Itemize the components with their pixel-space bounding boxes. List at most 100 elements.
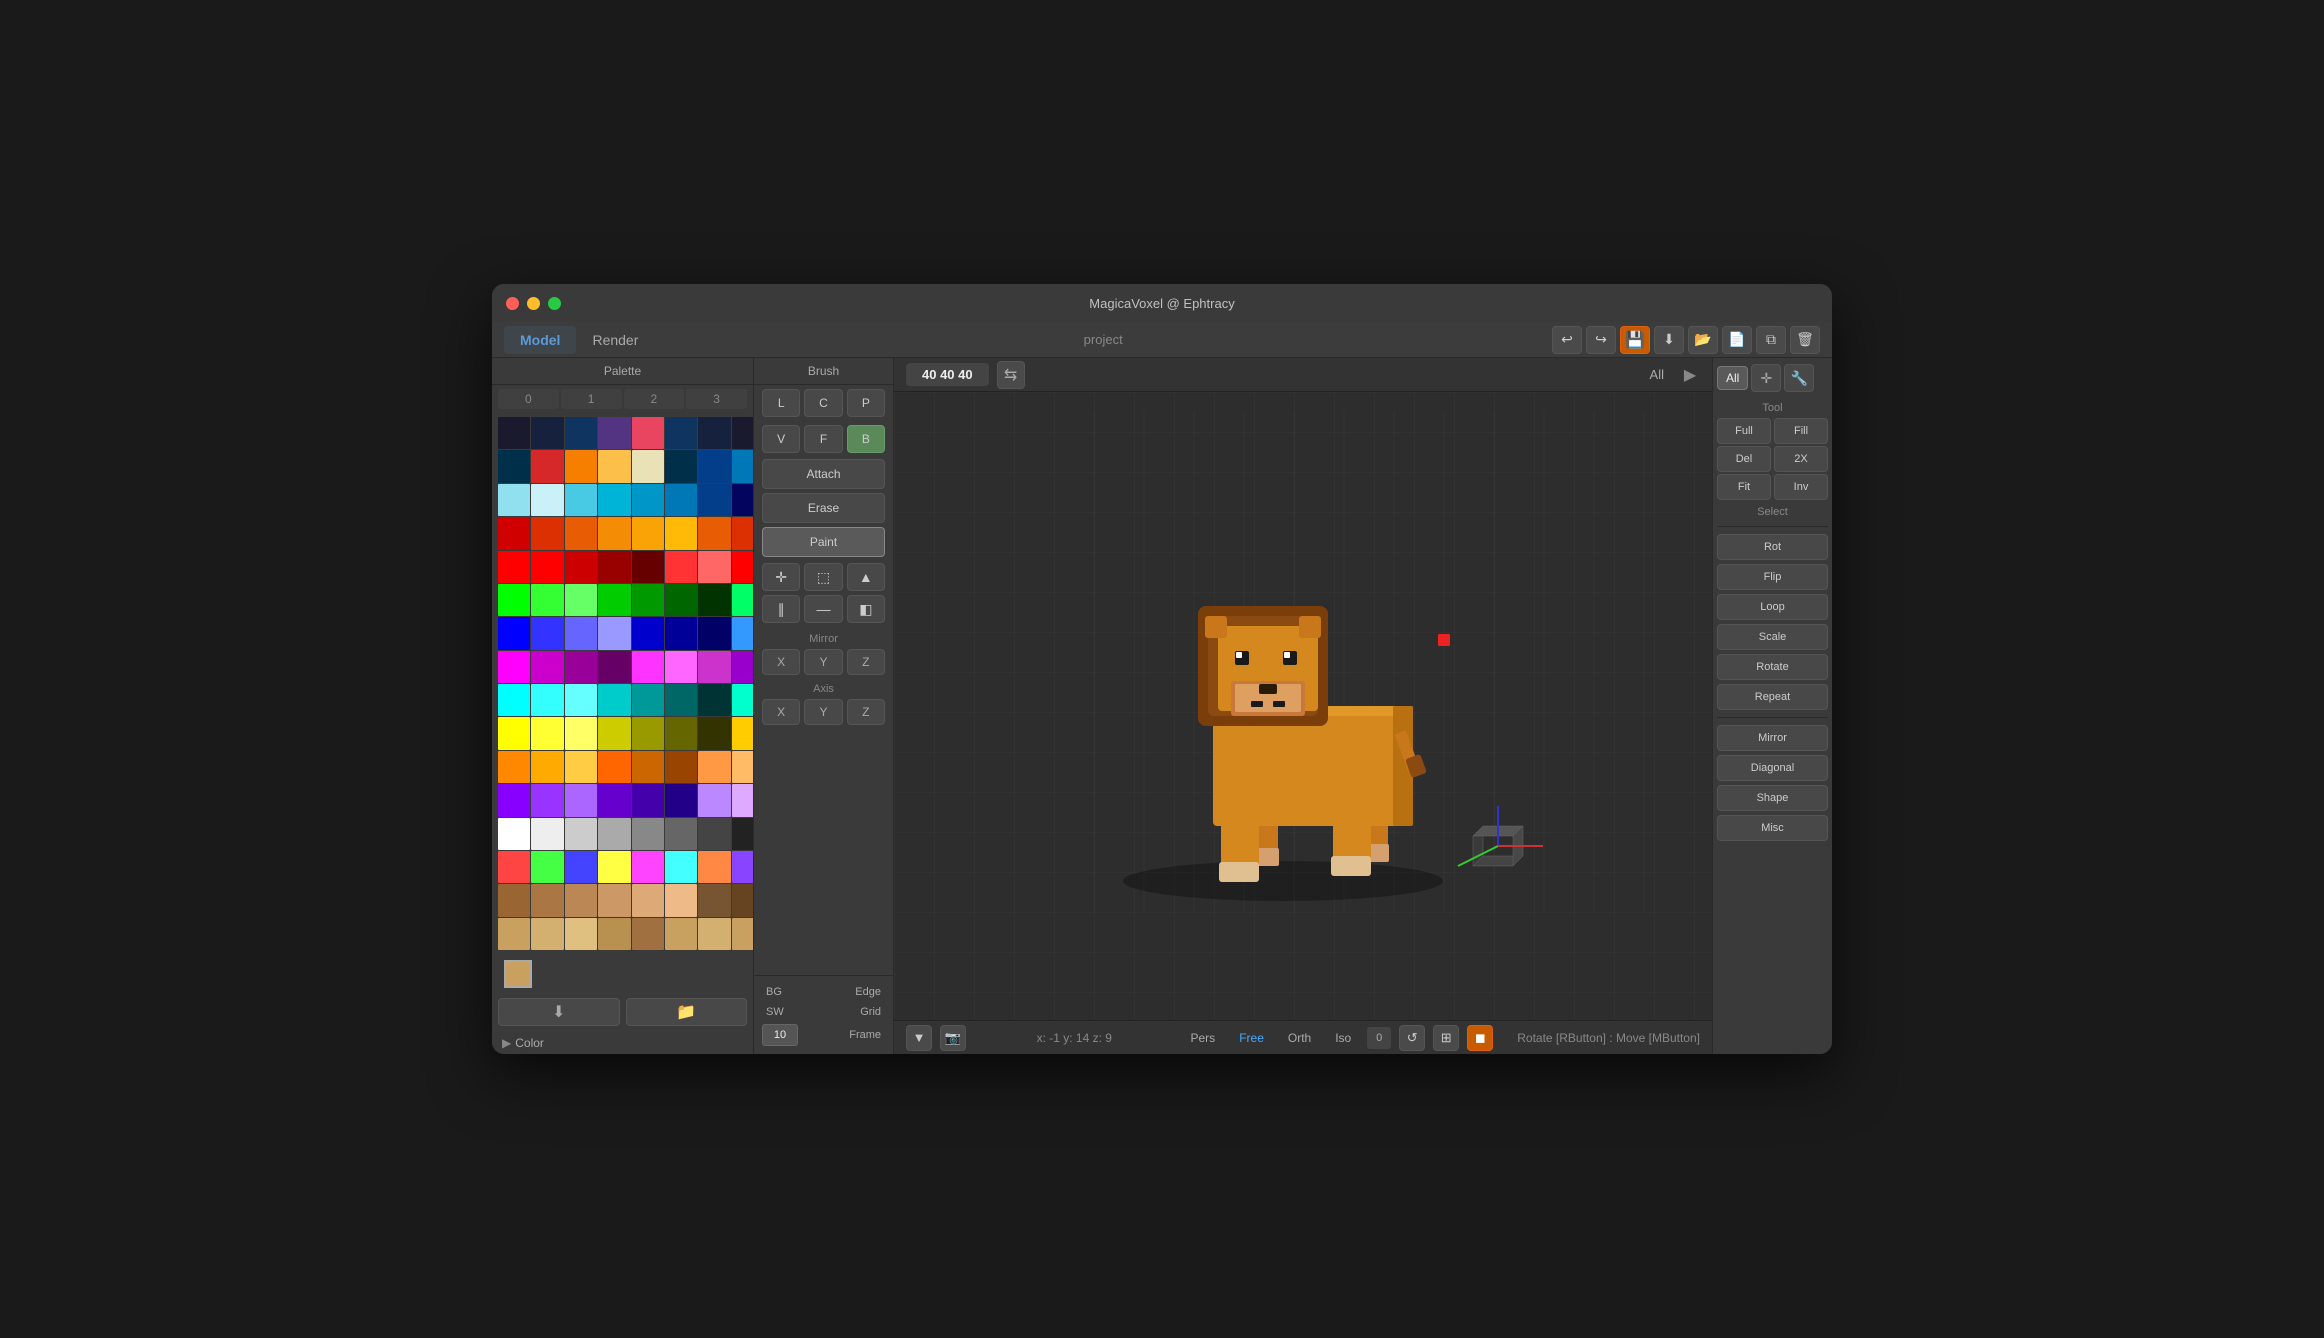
color-swatch-43[interactable] (598, 584, 630, 616)
color-swatch-15[interactable] (732, 450, 753, 482)
axis-x-btn[interactable]: X (762, 699, 800, 725)
color-swatch-54[interactable] (698, 617, 730, 649)
color-swatch-115[interactable] (598, 884, 630, 916)
color-swatch-108[interactable] (632, 851, 664, 883)
rot-btn[interactable]: Rot (1717, 534, 1828, 560)
color-swatch-83[interactable] (598, 751, 630, 783)
color-swatch-61[interactable] (665, 651, 697, 683)
swap-btn[interactable]: ⇆ (997, 361, 1025, 389)
color-swatch-102[interactable] (698, 818, 730, 850)
shape-btn[interactable]: Shape (1717, 785, 1828, 811)
color-swatch-14[interactable] (698, 450, 730, 482)
color-swatch-70[interactable] (698, 684, 730, 716)
color-swatch-107[interactable] (598, 851, 630, 883)
color-swatch-123[interactable] (598, 918, 630, 950)
color-swatch-48[interactable] (498, 617, 530, 649)
color-swatch-73[interactable] (531, 717, 563, 749)
color-swatch-79[interactable] (732, 717, 753, 749)
color-swatch-2[interactable] (565, 417, 597, 449)
color-swatch-118[interactable] (698, 884, 730, 916)
color-swatch-99[interactable] (598, 818, 630, 850)
color-swatch-63[interactable] (732, 651, 753, 683)
bg-label[interactable]: BG (762, 984, 786, 1000)
line-tool-btn[interactable]: — (804, 595, 842, 623)
color-swatch-22[interactable] (698, 484, 730, 516)
brush-mode-b[interactable]: B (847, 425, 885, 453)
selected-color[interactable] (504, 960, 532, 988)
brush-type-c[interactable]: C (804, 389, 842, 417)
color-swatch-90[interactable] (565, 784, 597, 816)
color-swatch-24[interactable] (498, 517, 530, 549)
color-swatch-100[interactable] (632, 818, 664, 850)
color-swatch-55[interactable] (732, 617, 753, 649)
color-swatch-27[interactable] (598, 517, 630, 549)
color-swatch-52[interactable] (632, 617, 664, 649)
brush-mode-f[interactable]: F (804, 425, 842, 453)
dropdown-btn[interactable]: ▼ (906, 1025, 932, 1051)
color-swatch-11[interactable] (598, 450, 630, 482)
color-swatch-113[interactable] (531, 884, 563, 916)
color-swatch-105[interactable] (531, 851, 563, 883)
color-swatch-117[interactable] (665, 884, 697, 916)
color-swatch-84[interactable] (632, 751, 664, 783)
color-swatch-32[interactable] (498, 551, 530, 583)
color-swatch-16[interactable] (498, 484, 530, 516)
fill-btn[interactable]: Fill (1774, 418, 1828, 444)
reset-view-btn[interactable]: ↺ (1399, 1025, 1425, 1051)
color-swatch-82[interactable] (565, 751, 597, 783)
color-swatch-66[interactable] (565, 684, 597, 716)
full-btn[interactable]: Full (1717, 418, 1771, 444)
undo-button[interactable]: ↩ (1552, 326, 1582, 354)
color-swatch-85[interactable] (665, 751, 697, 783)
color-swatch-17[interactable] (531, 484, 563, 516)
save-button[interactable]: 💾 (1620, 326, 1650, 354)
color-swatch-7[interactable] (732, 417, 753, 449)
color-swatch-78[interactable] (698, 717, 730, 749)
color-swatch-71[interactable] (732, 684, 753, 716)
free-btn[interactable]: Free (1231, 1028, 1272, 1048)
delete-button[interactable]: 🗑 (1790, 326, 1820, 354)
color-swatch-81[interactable] (531, 751, 563, 783)
color-swatch-34[interactable] (565, 551, 597, 583)
color-swatch-87[interactable] (732, 751, 753, 783)
canvas-area[interactable] (894, 392, 1712, 1020)
color-section[interactable]: ▶ Color (492, 1032, 753, 1054)
color-swatch-0[interactable] (498, 417, 530, 449)
color-swatch-35[interactable] (598, 551, 630, 583)
frame-number-input[interactable] (762, 1024, 798, 1046)
mirror-x-btn[interactable]: X (762, 649, 800, 675)
color-swatch-68[interactable] (632, 684, 664, 716)
move-tool-btn[interactable]: ✛ (762, 563, 800, 591)
color-swatch-38[interactable] (698, 551, 730, 583)
color-swatch-124[interactable] (632, 918, 664, 950)
color-swatch-127[interactable] (732, 918, 753, 950)
color-swatch-57[interactable] (531, 651, 563, 683)
render-tab[interactable]: Render (576, 326, 654, 354)
select-tool-btn[interactable]: ⬚ (804, 563, 842, 591)
edit-icon-wrench[interactable]: 🔧 (1784, 364, 1814, 392)
color-swatch-8[interactable] (498, 450, 530, 482)
color-swatch-88[interactable] (498, 784, 530, 816)
pers-btn[interactable]: Pers (1183, 1028, 1224, 1048)
color-swatch-60[interactable] (632, 651, 664, 683)
color-swatch-69[interactable] (665, 684, 697, 716)
color-swatch-111[interactable] (732, 851, 753, 883)
color-swatch-21[interactable] (665, 484, 697, 516)
fill-tool-btn[interactable]: ◧ (847, 595, 885, 623)
color-swatch-120[interactable] (498, 918, 530, 950)
solid-view-btn[interactable]: ◼ (1467, 1025, 1493, 1051)
color-swatch-62[interactable] (698, 651, 730, 683)
mirror-btn[interactable]: Mirror (1717, 725, 1828, 751)
color-swatch-110[interactable] (698, 851, 730, 883)
brush-type-p[interactable]: P (847, 389, 885, 417)
color-swatch-41[interactable] (531, 584, 563, 616)
color-swatch-89[interactable] (531, 784, 563, 816)
mirror-z-btn[interactable]: Z (847, 649, 885, 675)
color-swatch-80[interactable] (498, 751, 530, 783)
color-swatch-4[interactable] (632, 417, 664, 449)
color-swatch-30[interactable] (698, 517, 730, 549)
color-swatch-3[interactable] (598, 417, 630, 449)
color-swatch-125[interactable] (665, 918, 697, 950)
attach-btn[interactable]: Attach (762, 459, 885, 489)
color-swatch-56[interactable] (498, 651, 530, 683)
